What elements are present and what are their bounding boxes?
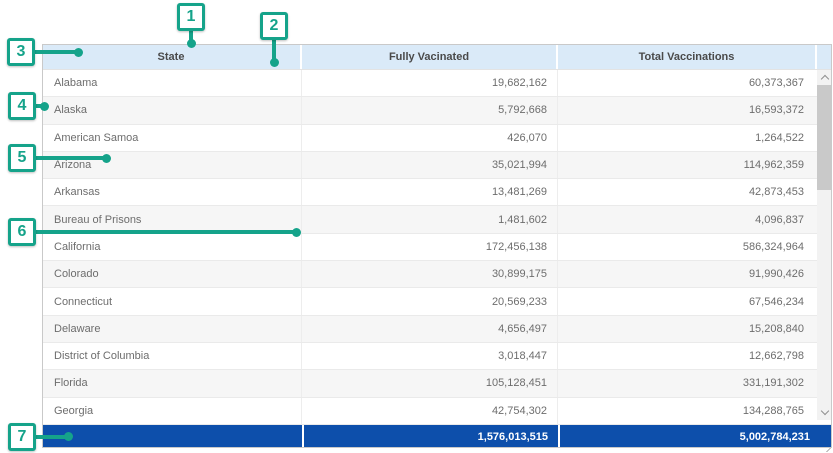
cell-fully-vaccinated: 5,792,668	[302, 97, 558, 123]
callout-7-dot	[64, 432, 73, 441]
cell-state: American Samoa	[42, 125, 302, 151]
cell-total-vaccinations: 60,373,367	[558, 70, 817, 96]
cell-fully-vaccinated: 20,569,233	[302, 288, 558, 314]
cell-total-vaccinations: 16,593,372	[558, 97, 817, 123]
table-row-florida[interactable]: Florida105,128,451331,191,302	[42, 370, 832, 397]
totals-total-vaccinations: 5,002,784,231	[558, 425, 832, 448]
cell-state: Florida	[42, 370, 302, 396]
scrollbar-down-button[interactable]	[817, 405, 832, 420]
cell-total-vaccinations: 134,288,765	[558, 398, 817, 424]
cell-total-vaccinations: 42,873,453	[558, 179, 817, 205]
table-row-connecticut[interactable]: Connecticut20,569,23367,546,234	[42, 288, 832, 315]
cell-fully-vaccinated: 19,682,162	[302, 70, 558, 96]
callout-6-dot	[292, 228, 301, 237]
cell-total-vaccinations: 1,264,522	[558, 125, 817, 151]
cell-total-vaccinations: 15,208,840	[558, 316, 817, 342]
callout-5-line	[34, 156, 104, 160]
cell-fully-vaccinated: 13,481,269	[302, 179, 558, 205]
cell-fully-vaccinated: 35,021,994	[302, 152, 558, 178]
column-header-fully-vaccinated[interactable]: Fully Vacinated	[302, 44, 558, 69]
cell-fully-vaccinated: 42,754,302	[302, 398, 558, 424]
cell-state: Colorado	[42, 261, 302, 287]
table-row-arizona[interactable]: Arizona35,021,994114,962,359	[42, 152, 832, 179]
callout-5-box: 5	[8, 144, 36, 172]
cell-state: California	[42, 234, 302, 260]
annotated-table-screenshot: State Fully Vacinated Total Vaccinations…	[0, 0, 833, 453]
table-row-arkansas[interactable]: Arkansas13,481,26942,873,453	[42, 179, 832, 206]
cell-total-vaccinations: 67,546,234	[558, 288, 817, 314]
callout-1-box: 1	[177, 3, 205, 31]
callout-2-dot	[270, 58, 279, 67]
table-row-district-of-columbia[interactable]: District of Columbia3,018,44712,662,798	[42, 343, 832, 370]
cell-fully-vaccinated: 30,899,175	[302, 261, 558, 287]
cell-fully-vaccinated: 426,070	[302, 125, 558, 151]
callout-1-dot	[187, 39, 196, 48]
cell-total-vaccinations: 4,096,837	[558, 206, 817, 232]
callout-3-box: 3	[7, 38, 35, 66]
callout-4-dot	[40, 102, 49, 111]
table-row-alaska[interactable]: Alaska5,792,66816,593,372	[42, 97, 832, 124]
cell-state: Connecticut	[42, 288, 302, 314]
totals-row: 1,576,013,515 5,002,784,231	[42, 425, 832, 448]
table-row-california[interactable]: California172,456,138586,324,964	[42, 234, 832, 261]
cell-total-vaccinations: 12,662,798	[558, 343, 817, 369]
vertical-scrollbar[interactable]	[817, 70, 832, 420]
table-header-row: State Fully Vacinated Total Vaccinations	[42, 44, 832, 70]
callout-2-box: 2	[260, 12, 288, 40]
table-row-colorado[interactable]: Colorado30,899,17591,990,426	[42, 261, 832, 288]
cell-fully-vaccinated: 1,481,602	[302, 206, 558, 232]
cell-total-vaccinations: 331,191,302	[558, 370, 817, 396]
callout-5-dot	[102, 154, 111, 163]
callout-3-line	[33, 50, 78, 54]
cell-state: District of Columbia	[42, 343, 302, 369]
table-row-georgia[interactable]: Georgia42,754,302134,288,765	[42, 398, 832, 425]
cell-state: Alaska	[42, 97, 302, 123]
cell-state: Bureau of Prisons	[42, 206, 302, 232]
callout-6-box: 6	[8, 218, 36, 246]
callout-3-dot	[74, 48, 83, 57]
totals-fully-vaccinated: 1,576,013,515	[302, 425, 558, 448]
callout-7-line	[34, 435, 66, 439]
table-body: Alabama19,682,16260,373,367Alaska5,792,6…	[42, 70, 832, 425]
vaccinations-table: State Fully Vacinated Total Vaccinations…	[42, 44, 832, 448]
callout-6-line	[34, 230, 294, 234]
column-header-state[interactable]: State	[42, 44, 302, 69]
chevron-down-icon	[820, 407, 828, 415]
cell-total-vaccinations: 91,990,426	[558, 261, 817, 287]
table-row-alabama[interactable]: Alabama19,682,16260,373,367	[42, 70, 832, 97]
chevron-up-icon	[820, 75, 828, 83]
cell-state: Arkansas	[42, 179, 302, 205]
cell-fully-vaccinated: 172,456,138	[302, 234, 558, 260]
scrollbar-thumb[interactable]	[817, 85, 832, 190]
header-corner-spacer	[817, 44, 832, 69]
table-row-delaware[interactable]: Delaware4,656,49715,208,840	[42, 316, 832, 343]
table-row-american-samoa[interactable]: American Samoa426,0701,264,522	[42, 125, 832, 152]
callout-4-box: 4	[8, 92, 36, 120]
cell-state: Georgia	[42, 398, 302, 424]
cell-state: Delaware	[42, 316, 302, 342]
cell-fully-vaccinated: 105,128,451	[302, 370, 558, 396]
column-header-total-vaccinations[interactable]: Total Vaccinations	[558, 44, 817, 69]
cell-fully-vaccinated: 4,656,497	[302, 316, 558, 342]
scrollbar-up-button[interactable]	[817, 70, 832, 85]
cell-state: Alabama	[42, 70, 302, 96]
cell-total-vaccinations: 114,962,359	[558, 152, 817, 178]
totals-state-cell	[42, 425, 302, 448]
callout-7-box: 7	[8, 423, 36, 451]
cell-total-vaccinations: 586,324,964	[558, 234, 817, 260]
cell-fully-vaccinated: 3,018,447	[302, 343, 558, 369]
